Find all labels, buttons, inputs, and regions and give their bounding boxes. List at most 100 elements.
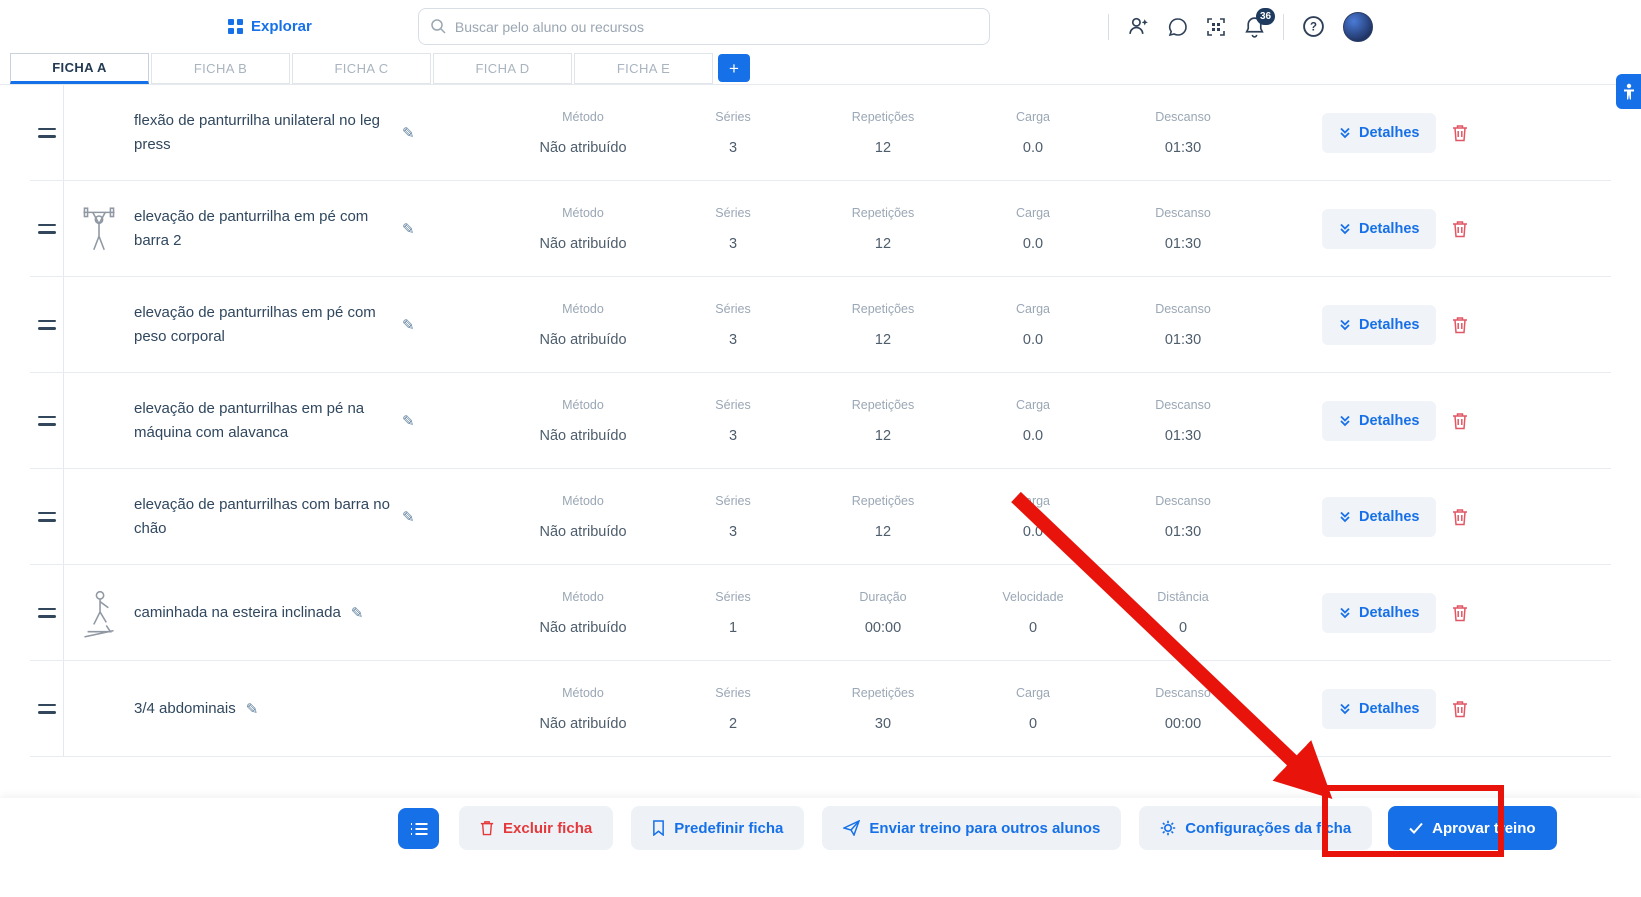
field: Descanso 01:30 bbox=[1108, 494, 1258, 540]
tab-ficha-c[interactable]: FICHA C bbox=[292, 53, 431, 84]
field-label: Descanso bbox=[1155, 205, 1211, 220]
check-icon bbox=[1409, 822, 1423, 834]
send-training-label: Enviar treino para outros alunos bbox=[869, 819, 1101, 837]
field-value: 0.0 bbox=[1022, 427, 1044, 444]
delete-exercise-icon[interactable] bbox=[1452, 316, 1468, 334]
field-label: Método bbox=[562, 301, 604, 316]
edit-icon[interactable]: ✎ bbox=[402, 412, 415, 430]
add-student-icon[interactable] bbox=[1127, 16, 1150, 37]
delete-exercise-icon[interactable] bbox=[1452, 124, 1468, 142]
drag-handle-icon[interactable] bbox=[30, 373, 63, 468]
drag-handle-icon[interactable] bbox=[30, 469, 63, 564]
drag-handle-icon[interactable] bbox=[30, 661, 63, 756]
notifications-bell-icon[interactable]: 36 bbox=[1244, 8, 1275, 38]
preset-sheet-button[interactable]: Predefinir ficha bbox=[631, 806, 805, 850]
details-button[interactable]: Detalhes bbox=[1322, 592, 1437, 633]
exercise-row: elevação de panturrilhas em pé com peso … bbox=[30, 277, 1611, 373]
drag-handle-icon[interactable] bbox=[30, 85, 63, 180]
exercise-name: flexão de panturrilha unilateral no leg … bbox=[134, 112, 380, 153]
field-value: 00:00 bbox=[864, 619, 902, 636]
field-label: Carga bbox=[1015, 205, 1051, 220]
field-label: Duração bbox=[859, 589, 907, 604]
details-button[interactable]: Detalhes bbox=[1322, 400, 1437, 441]
details-button[interactable]: Detalhes bbox=[1322, 496, 1437, 537]
exercise-fields: Método Não atribuído Séries 3 Repetições 12… bbox=[508, 206, 1258, 252]
drag-handle-icon[interactable] bbox=[30, 181, 63, 276]
details-label: Detalhes bbox=[1359, 508, 1420, 525]
field-label: Repetições bbox=[851, 301, 915, 316]
field: Duração 00:00 bbox=[808, 590, 958, 636]
edit-icon[interactable]: ✎ bbox=[402, 220, 415, 238]
drag-handle-icon[interactable] bbox=[30, 277, 63, 372]
exercise-thumbnail bbox=[64, 202, 134, 256]
delete-exercise-icon[interactable] bbox=[1452, 220, 1468, 238]
field-label: Método bbox=[562, 397, 604, 412]
list-icon bbox=[410, 822, 427, 835]
field-label: Repetições bbox=[851, 685, 915, 700]
field: Descanso 01:30 bbox=[1108, 398, 1258, 444]
field-label: Descanso bbox=[1155, 493, 1211, 508]
edit-icon[interactable]: ✎ bbox=[402, 316, 415, 334]
field-value: 01:30 bbox=[1164, 427, 1202, 444]
explore-button[interactable]: Explorar bbox=[228, 18, 312, 35]
edit-icon[interactable]: ✎ bbox=[402, 124, 415, 142]
accessibility-widget[interactable] bbox=[1616, 74, 1641, 109]
tab-ficha-e[interactable]: FICHA E bbox=[574, 53, 713, 84]
field-label: Carga bbox=[1015, 493, 1051, 508]
field-value: 01:30 bbox=[1164, 331, 1202, 348]
field-value: 01:30 bbox=[1164, 235, 1202, 252]
field-label: Descanso bbox=[1155, 301, 1211, 316]
field-label: Repetições bbox=[851, 493, 915, 508]
delete-exercise-icon[interactable] bbox=[1452, 604, 1468, 622]
tab-ficha-b[interactable]: FICHA B bbox=[151, 53, 290, 84]
approve-training-button[interactable]: Aprovar treino bbox=[1388, 806, 1557, 850]
details-label: Detalhes bbox=[1359, 604, 1420, 621]
chat-icon[interactable] bbox=[1168, 17, 1188, 37]
sheet-settings-button[interactable]: Configurações da ficha bbox=[1139, 806, 1373, 850]
field-value: 0.0 bbox=[1022, 523, 1044, 540]
bookmark-icon bbox=[653, 820, 665, 836]
field-value: 30 bbox=[874, 715, 892, 732]
details-button[interactable]: Detalhes bbox=[1322, 688, 1437, 729]
field-value: 00:00 bbox=[1164, 715, 1202, 732]
list-view-button[interactable] bbox=[398, 808, 439, 849]
details-label: Detalhes bbox=[1359, 124, 1420, 141]
field: Séries 3 bbox=[658, 206, 808, 252]
delete-exercise-icon[interactable] bbox=[1452, 412, 1468, 430]
field: Método Não atribuído bbox=[508, 494, 658, 540]
user-avatar[interactable] bbox=[1343, 11, 1373, 42]
field: Repetições 12 bbox=[808, 110, 958, 156]
field-value: 01:30 bbox=[1164, 523, 1202, 540]
tab-ficha-a[interactable]: FICHA A bbox=[10, 53, 149, 84]
drag-handle-icon[interactable] bbox=[30, 565, 63, 660]
details-button[interactable]: Detalhes bbox=[1322, 112, 1437, 153]
divider bbox=[1108, 13, 1109, 40]
field-label: Carga bbox=[1015, 397, 1051, 412]
field-label: Descanso bbox=[1155, 397, 1211, 412]
tab-ficha-d[interactable]: FICHA D bbox=[433, 53, 572, 84]
exercise-fields: Método Não atribuído Séries 3 Repetições 12… bbox=[508, 494, 1258, 540]
field-value: 3 bbox=[728, 331, 738, 348]
delete-exercise-icon[interactable] bbox=[1452, 700, 1468, 718]
edit-icon[interactable]: ✎ bbox=[246, 700, 259, 718]
qr-scan-icon[interactable] bbox=[1206, 17, 1226, 37]
field-label: Séries bbox=[715, 109, 751, 124]
field-value: Não atribuído bbox=[539, 715, 627, 732]
exercise-row: caminhada na esteira inclinada ✎ Método Nã… bbox=[30, 565, 1611, 661]
field-value: 1 bbox=[728, 619, 738, 636]
help-icon[interactable]: ? bbox=[1302, 15, 1325, 38]
edit-icon[interactable]: ✎ bbox=[402, 508, 415, 526]
field-value: 12 bbox=[874, 523, 892, 540]
field-label: Séries bbox=[715, 589, 751, 604]
details-button[interactable]: Detalhes bbox=[1322, 304, 1437, 345]
delete-exercise-icon[interactable] bbox=[1452, 508, 1468, 526]
divider bbox=[1283, 13, 1284, 40]
add-sheet-button[interactable]: + bbox=[718, 54, 750, 82]
search-input[interactable] bbox=[417, 8, 990, 45]
accessibility-icon bbox=[1623, 83, 1634, 99]
edit-icon[interactable]: ✎ bbox=[351, 604, 364, 622]
field: Carga 0.0 bbox=[958, 302, 1108, 348]
delete-sheet-button[interactable]: Excluir ficha bbox=[459, 806, 614, 850]
send-training-button[interactable]: Enviar treino para outros alunos bbox=[822, 806, 1122, 850]
details-button[interactable]: Detalhes bbox=[1322, 208, 1437, 249]
